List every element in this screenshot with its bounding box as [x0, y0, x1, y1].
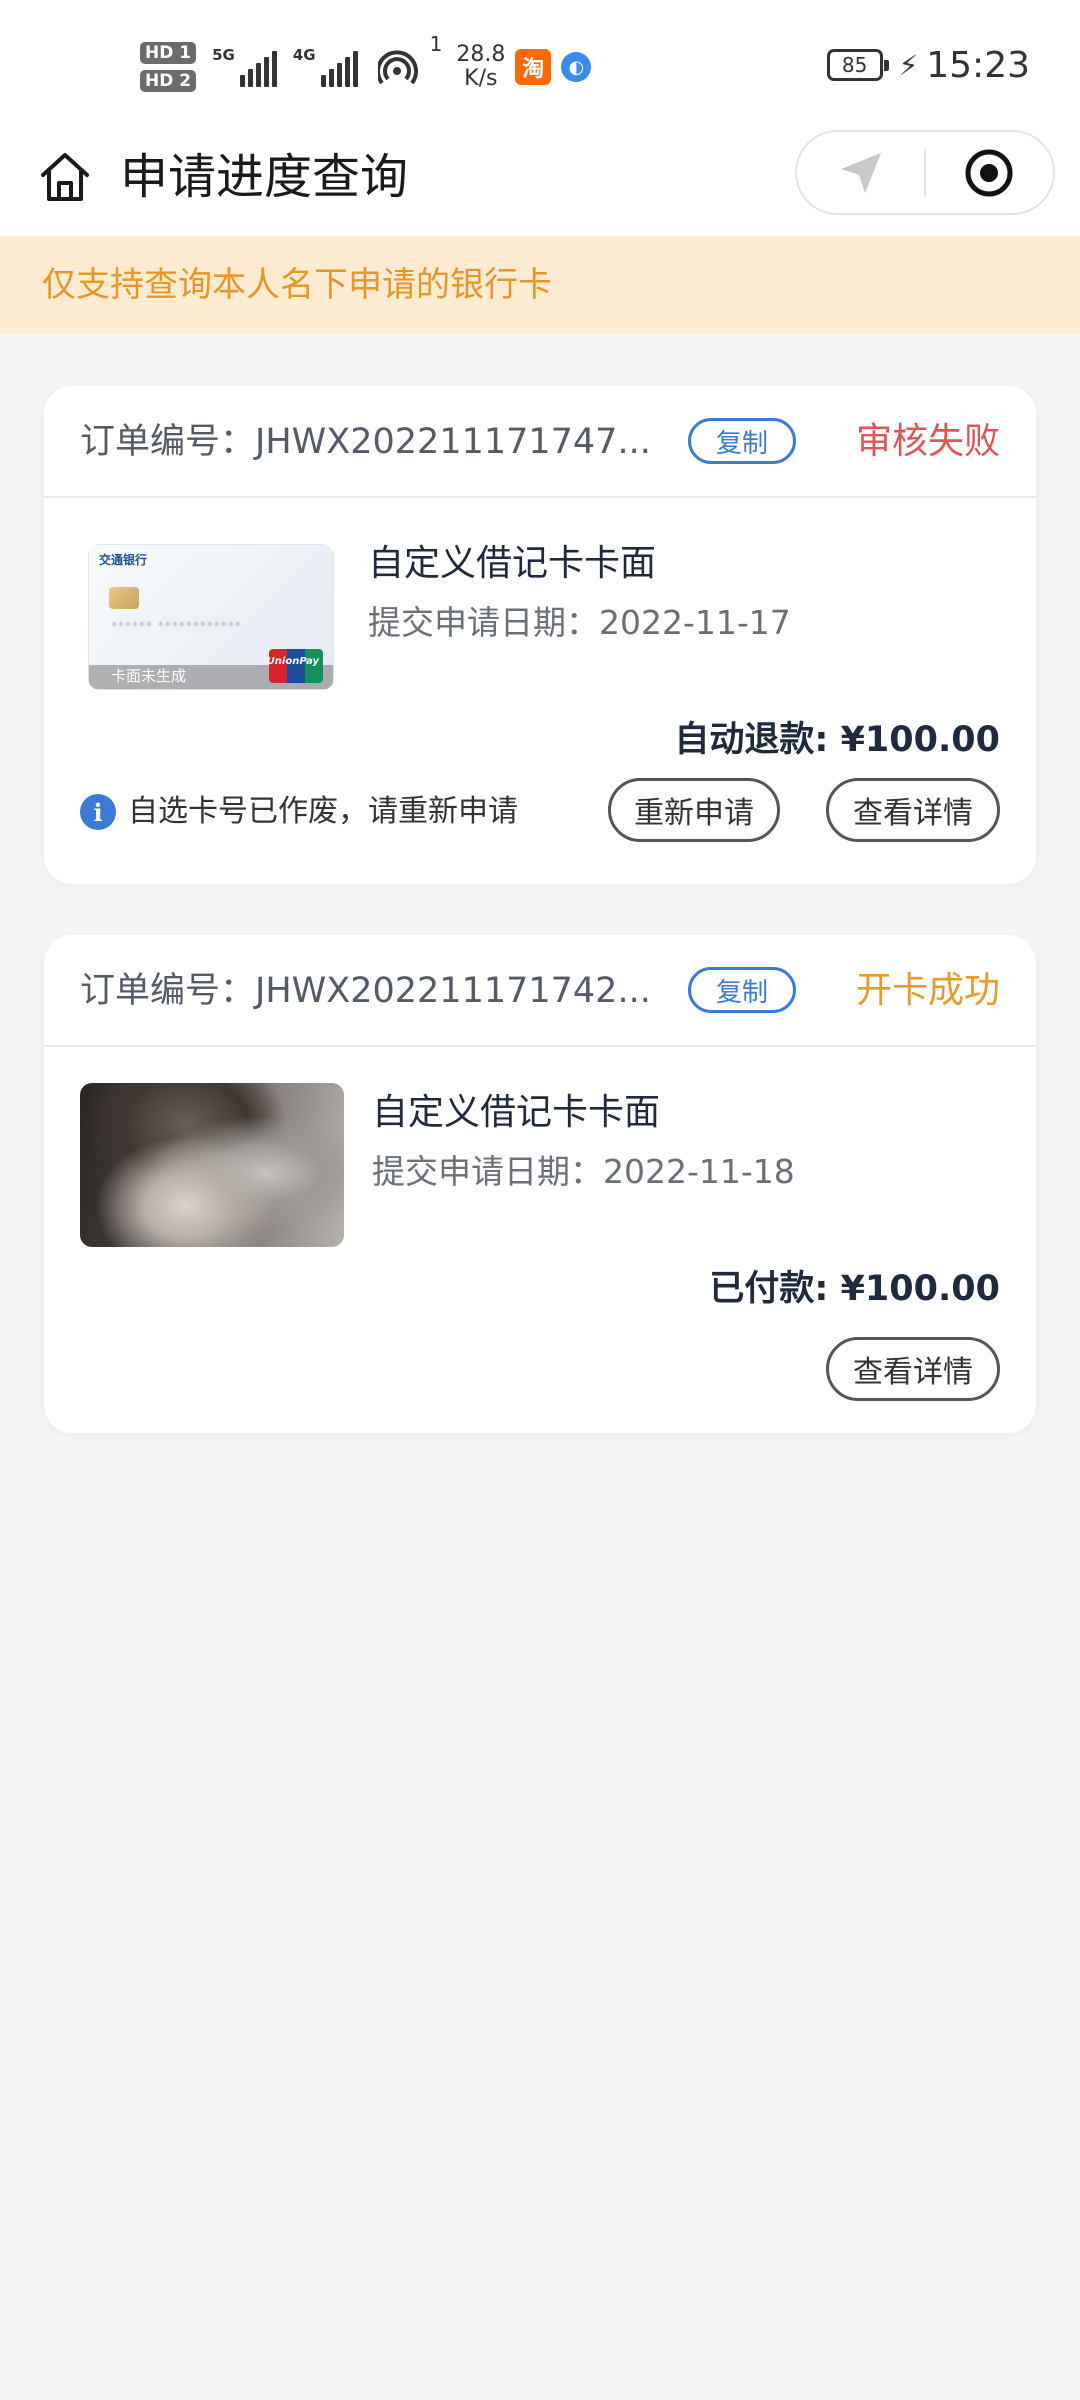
notice-banner: 仅支持查询本人名下申请的银行卡 [0, 236, 1080, 334]
bank-logo: 交通银行 [99, 553, 148, 567]
order-number: 订单编号：JHWX202211171742... [80, 971, 651, 1011]
tip-text: 自选卡号已作废，请重新申请 [128, 794, 518, 829]
notice-text: 仅支持查询本人名下申请的银行卡 [42, 265, 552, 305]
card-chip [109, 587, 139, 609]
page-title: 申请进度查询 [120, 149, 409, 205]
view-details-button[interactable]: 查看详情 [826, 778, 1000, 842]
product-name: 自定义借记卡卡面 [372, 1092, 661, 1133]
clock: 15:23 [926, 44, 1030, 86]
sim-2-badge: HD 2 [140, 70, 197, 92]
unionpay-text: UnionPay [266, 656, 319, 667]
home-button[interactable] [30, 142, 100, 212]
battery-icon: 85 [826, 49, 889, 81]
order-card: 订单编号：JHWX202211171742... 复制 开卡成功 自定义借记卡卡… [44, 935, 1036, 1433]
hotspot-icon [377, 50, 418, 85]
card-footer-text: 卡面未生成 [111, 667, 187, 685]
info-icon: i [80, 794, 116, 830]
product-name: 自定义借记卡卡面 [368, 543, 657, 584]
network-speed: 28.8 K/s [456, 42, 506, 91]
card-thumbnail [80, 1083, 344, 1247]
sim-1-badge: HD 1 [140, 42, 197, 64]
status-bar: HD 1 HD 2 5G 4G 1 28.8 K/s 淘 ◐ 85 ⚡ 15:2… [0, 0, 1080, 130]
home-icon [41, 153, 89, 201]
target-icon [965, 149, 1013, 196]
status-bar-left: HD 1 HD 2 5G 4G 1 28.8 K/s 淘 ◐ [140, 32, 592, 102]
taobao-app-icon: 淘 [515, 49, 552, 85]
order-card-header: 订单编号：JHWX202211171747... 复制 审核失败 [44, 386, 1036, 498]
mini-program-capsule [795, 130, 1055, 215]
sim-indicators: HD 1 HD 2 [140, 42, 197, 92]
submit-date: 提交申请日期：2022-11-17 [368, 603, 791, 642]
order-number: 订单编号：JHWX202211171747... [80, 422, 651, 462]
custom-card-photo [80, 1083, 344, 1247]
bank-card-image: 交通银行 ****** ************ 卡面未生成 UnionPay [88, 544, 334, 690]
location-arrow-icon [840, 152, 881, 193]
submit-date: 提交申请日期：2022-11-18 [372, 1152, 795, 1191]
status-bar-right: 85 ⚡ 15:23 [826, 40, 1030, 90]
signal-4g-icon: 4G [293, 47, 358, 87]
amount: 自动退款: ¥100.00 [674, 720, 1000, 760]
copy-button[interactable]: 复制 [688, 418, 796, 464]
reapply-button[interactable]: 重新申请 [608, 778, 780, 842]
hotspot-count: 1 [429, 32, 443, 56]
amount: 已付款: ¥100.00 [709, 1269, 1000, 1309]
signal-5g-icon: 5G [212, 47, 277, 87]
close-mini-program-button[interactable] [926, 132, 1053, 213]
status-text: 审核失败 [855, 421, 1000, 462]
copy-button[interactable]: 复制 [688, 967, 796, 1013]
order-card-header: 订单编号：JHWX202211171742... 复制 开卡成功 [44, 935, 1036, 1047]
location-button[interactable] [797, 132, 924, 213]
nav-bar: 申请进度查询 [0, 130, 1080, 236]
order-card: 订单编号：JHWX202211171747... 复制 审核失败 交通银行 **… [44, 386, 1036, 884]
card-thumbnail: 交通银行 ****** ************ 卡面未生成 UnionPay [88, 544, 334, 690]
view-details-button[interactable]: 查看详情 [826, 1337, 1000, 1401]
status-text: 开卡成功 [855, 970, 1000, 1011]
browser-app-icon: ◐ [561, 52, 592, 82]
card-number-mask: ****** ************ [111, 619, 242, 633]
tip-row: i 自选卡号已作废，请重新申请 [80, 790, 518, 834]
charging-icon: ⚡ [898, 48, 919, 82]
